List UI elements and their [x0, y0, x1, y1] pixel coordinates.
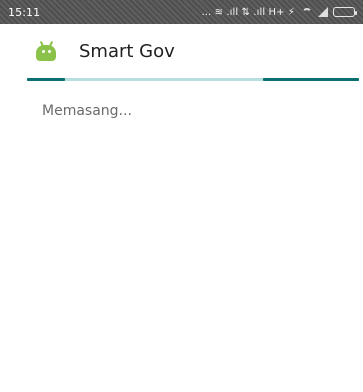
progress-indicator-right	[263, 78, 359, 81]
status-message: Memasang...	[42, 103, 132, 119]
status-right: ... ≋ .ıll ⇅ .ıll H+ ⚡	[201, 6, 357, 18]
status-bar: 15:11 ... ≋ .ıll ⇅ .ıll H+ ⚡	[0, 0, 363, 24]
android-icon	[35, 40, 57, 62]
app-title: Smart Gov	[79, 41, 175, 62]
indeterminate-progress-bar	[27, 78, 359, 81]
android-eye-right	[48, 50, 51, 53]
content: Memasang...	[0, 81, 363, 119]
android-head	[36, 45, 56, 61]
battery-icon	[333, 7, 357, 17]
progress-indicator-left	[27, 78, 65, 81]
status-indicators-text: ... ≋ .ıll ⇅ .ıll H+ ⚡	[201, 6, 295, 18]
status-left: 15:11	[8, 6, 40, 19]
app-bar: Smart Gov	[0, 24, 363, 78]
wifi-icon	[301, 7, 313, 17]
android-eye-left	[42, 50, 45, 53]
status-time: 15:11	[8, 5, 41, 19]
status-icons	[301, 7, 357, 17]
signal-icon	[317, 7, 329, 17]
